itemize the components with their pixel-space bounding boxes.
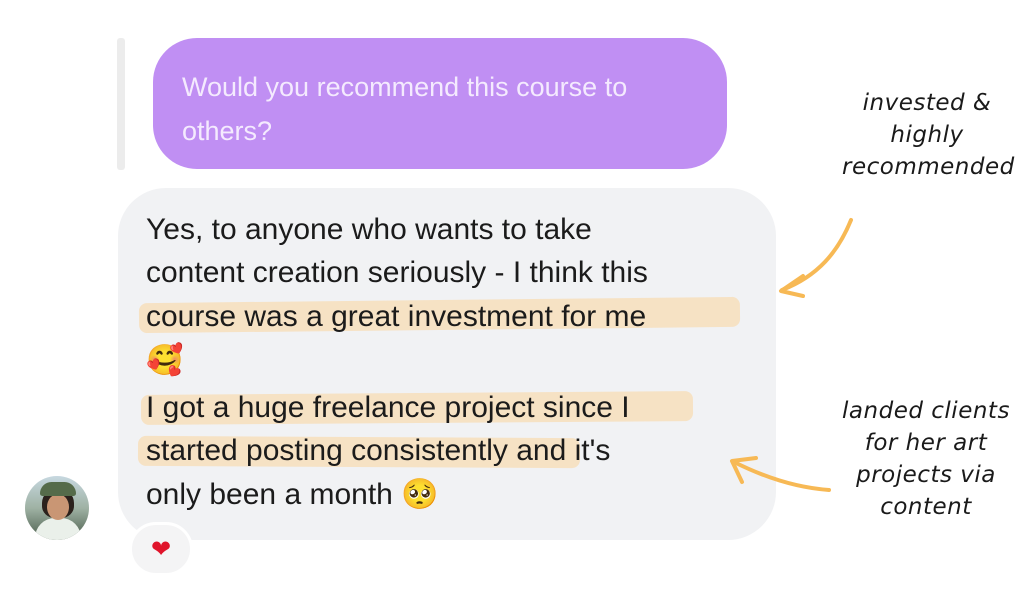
arrow-to-freelance (732, 460, 831, 492)
arrow-to-investment (780, 218, 853, 292)
annotation-arrows (730, 218, 853, 492)
